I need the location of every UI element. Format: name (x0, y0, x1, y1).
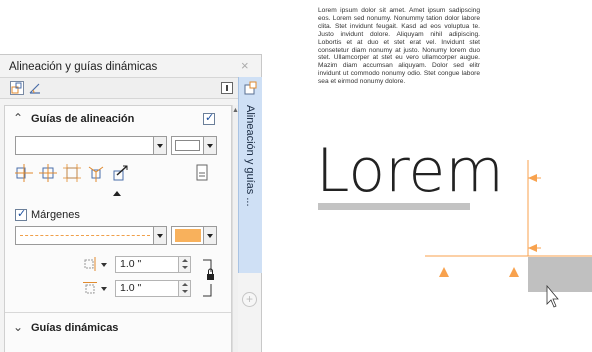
align-center-cross-icon[interactable] (39, 164, 57, 182)
dashed-line-preview (20, 235, 150, 236)
arrow-up-icon (439, 267, 449, 277)
chevron-down-icon[interactable] (101, 287, 107, 291)
margins-checkbox[interactable] (15, 207, 27, 221)
align-centers-icon[interactable] (15, 164, 33, 182)
expand-icon[interactable]: ⌄ (13, 320, 23, 334)
guide-line-style-select[interactable] (15, 136, 167, 155)
horizontal-margin-value: 1.0 " (120, 258, 142, 270)
dynamic-guides-header[interactable]: ⌄ Guías dinámicas (5, 318, 231, 338)
add-docker-icon[interactable]: + (242, 292, 257, 307)
margin-line-style-select[interactable] (15, 226, 167, 245)
vertical-margin-value: 1.0 " (120, 282, 142, 294)
arrow-left-icon (528, 244, 537, 252)
lock-ratio-icon[interactable] (201, 258, 215, 300)
margin-color-select[interactable] (171, 226, 217, 245)
tab-label: Alineación y guías ... (244, 105, 256, 207)
docker-vertical-tab[interactable]: Alineación y guías ... (238, 77, 262, 273)
align-edges-icon[interactable] (63, 164, 81, 182)
alignment-guides-header[interactable]: ⌃ Guías de alineación (5, 109, 231, 129)
horizontal-margin-input[interactable]: 1.0 " (115, 256, 191, 273)
docker-title: Alineación y guías dinámicas (9, 61, 158, 73)
close-icon[interactable]: × (241, 58, 249, 73)
tab-docker-icon (244, 81, 257, 95)
chevron-down-icon[interactable] (153, 137, 166, 154)
object-snap-icon[interactable] (10, 81, 24, 95)
body-paragraph: Lorem ipsum dolor sit amet. Amet ipsum s… (318, 7, 480, 86)
alignment-guides-overlay (425, 160, 592, 308)
docker-info-icon[interactable] (220, 81, 234, 95)
align-margins-icon[interactable] (87, 164, 105, 182)
collapse-icon[interactable]: ⌃ (13, 111, 23, 125)
chevron-down-icon[interactable] (153, 227, 166, 244)
arrow-left-icon (528, 174, 537, 182)
docker-title-bar: Alineación y guías dinámicas × (0, 55, 262, 77)
guide-color-select[interactable] (171, 136, 217, 155)
docker-toolbar (0, 77, 262, 99)
section-divider (5, 312, 231, 313)
stepper-icon[interactable] (178, 257, 190, 272)
page-settings-icon[interactable] (193, 164, 211, 182)
chevron-down-icon[interactable] (203, 137, 216, 154)
angle-guide-icon[interactable] (28, 81, 42, 95)
vertical-margin-icon (83, 282, 97, 294)
docker-scrollbar[interactable]: ▲ (232, 105, 239, 352)
chevron-down-icon[interactable] (203, 227, 216, 244)
docker-content: ⌃ Guías de alineación ✓ ✓ Márgenes 1.0 "… (4, 105, 232, 352)
margin-color-swatch (175, 229, 201, 242)
more-options-icon[interactable] (113, 191, 121, 196)
horizontal-margin-icon (84, 257, 96, 271)
align-selected-icon[interactable] (111, 164, 129, 182)
dynamic-guides-title: Guías dinámicas (31, 322, 119, 334)
stepper-icon[interactable] (178, 281, 190, 296)
scroll-up-icon[interactable]: ▲ (232, 107, 239, 114)
margins-label: Márgenes (31, 209, 80, 221)
vertical-margin-input[interactable]: 1.0 " (115, 280, 191, 297)
selected-object (528, 257, 592, 292)
chevron-down-icon[interactable] (101, 263, 107, 267)
arrow-up-icon (509, 267, 519, 277)
alignment-docker: Alineación y guías dinámicas × Alineació… (0, 54, 262, 352)
alignment-guides-title: Guías de alineación (31, 113, 135, 125)
alignment-guides-checkbox[interactable] (203, 111, 215, 125)
guide-color-swatch (175, 140, 200, 151)
